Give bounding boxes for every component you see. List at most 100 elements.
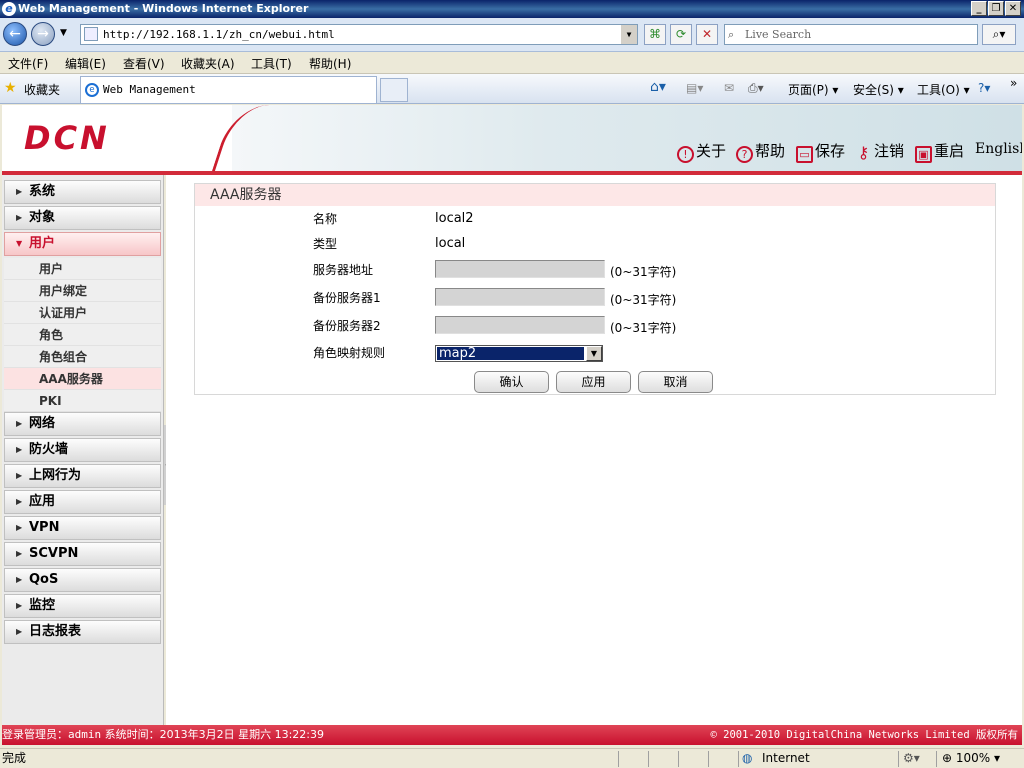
history-dropdown-icon[interactable]: ▼	[60, 28, 67, 38]
menu-tools[interactable]: 工具(T)	[251, 55, 292, 72]
sidebar-item-user-binding[interactable]: 用户绑定	[4, 280, 161, 302]
menu-log-report[interactable]: ▶ 日志报表	[4, 620, 161, 644]
feeds-icon[interactable]: ▤▾	[686, 81, 703, 95]
zone-text: Internet	[762, 751, 810, 765]
menu-user[interactable]: ▼ 用户	[4, 232, 161, 256]
sidebar-item-aaa-server[interactable]: AAA服务器	[4, 368, 161, 390]
logout-link[interactable]: ⚷ 注销	[855, 140, 904, 163]
menu-vpn[interactable]: ▶ VPN	[4, 516, 161, 540]
main-content: AAA服务器 名称 local2 类型 local 服务器地址 (0~31字符)…	[166, 175, 1022, 725]
expand-arrow-icon: ▶	[16, 419, 23, 428]
panel-title: AAA服务器	[195, 184, 995, 206]
backup-server2-hint: (0~31字符)	[610, 321, 677, 335]
restore-button[interactable]: ❐	[988, 1, 1004, 16]
reboot-link[interactable]: ▣ 重启	[915, 140, 964, 163]
menu-object[interactable]: ▶ 对象	[4, 206, 161, 230]
sidebar-item-user[interactable]: 用户	[4, 258, 161, 280]
aaa-server-panel: AAA服务器 名称 local2 类型 local 服务器地址 (0~31字符)…	[194, 183, 996, 395]
expand-arrow-icon: ▶	[16, 471, 23, 480]
expand-arrow-icon: ▶	[16, 575, 23, 584]
live-search-input[interactable]: ⌕ Live Search	[724, 24, 978, 45]
ie-tab-icon: e	[85, 83, 99, 97]
help-icon[interactable]: ?▾	[978, 81, 990, 95]
protected-mode-icon[interactable]: ⚙▾	[903, 749, 920, 768]
login-info: 登录管理员：admin 系统时间：2013年3月2日 星期六 13:22:39	[2, 728, 325, 741]
menu-system[interactable]: ▶ 系统	[4, 180, 161, 204]
apply-button[interactable]: 应用	[556, 371, 631, 393]
window-title-bar: e Web Management - Windows Internet Expl…	[0, 0, 1024, 18]
menu-qos[interactable]: ▶ QoS	[4, 568, 161, 592]
english-link[interactable]: English	[975, 141, 1022, 157]
mail-icon[interactable]: ✉	[724, 81, 734, 95]
tools-menu[interactable]: 工具(O) ▾	[917, 81, 970, 98]
page-footer: 登录管理员：admin 系统时间：2013年3月2日 星期六 13:22:39 …	[2, 725, 1022, 745]
sidebar-item-role[interactable]: 角色	[4, 324, 161, 346]
back-button[interactable]: ←	[3, 22, 27, 46]
chevron-down-icon[interactable]: ▼	[586, 346, 602, 361]
save-link[interactable]: ▭ 保存	[796, 140, 845, 163]
sidebar-item-auth-user[interactable]: 认证用户	[4, 302, 161, 324]
role-mapping-value: map2	[436, 346, 585, 361]
key-icon: ⚷	[857, 143, 870, 162]
menu-edit[interactable]: 编辑(E)	[65, 55, 106, 72]
server-address-input[interactable]	[435, 260, 605, 278]
name-value: local2	[435, 211, 474, 226]
expand-arrow-icon: ▶	[16, 213, 23, 222]
browser-tab[interactable]: e Web Management	[80, 76, 377, 103]
favorites-label[interactable]: 收藏夹	[24, 81, 60, 98]
expand-arrow-icon: ▶	[16, 549, 23, 558]
menu-firewall[interactable]: ▶ 防火墙	[4, 438, 161, 462]
name-label: 名称	[313, 212, 338, 226]
compat-view-button[interactable]: ⌘	[644, 24, 666, 45]
window-title: Web Management - Windows Internet Explor…	[18, 2, 309, 15]
menu-network[interactable]: ▶ 网络	[4, 412, 161, 436]
confirm-button[interactable]: 确认	[474, 371, 549, 393]
backup-server2-input[interactable]	[435, 316, 605, 334]
backup-server1-label: 备份服务器1	[313, 291, 381, 305]
home-icon[interactable]: ⌂▾	[650, 79, 666, 95]
zoom-control[interactable]: ⊕ 100% ▾	[942, 749, 1000, 768]
copyright: © 2001-2010 DigitalChina Networks Limite…	[710, 729, 1018, 741]
menu-view[interactable]: 查看(V)	[123, 55, 165, 72]
safety-menu[interactable]: 安全(S) ▾	[853, 81, 904, 98]
menu-scvpn[interactable]: ▶ SCVPN	[4, 542, 161, 566]
menu-help[interactable]: 帮助(H)	[309, 55, 351, 72]
role-mapping-select[interactable]: map2 ▼	[435, 345, 603, 362]
close-window-button[interactable]: ✕	[1005, 1, 1021, 16]
stop-button[interactable]: ✕	[696, 24, 718, 45]
save-icon: ▭	[796, 146, 813, 163]
new-tab-button[interactable]	[380, 78, 408, 102]
status-text: 完成	[2, 751, 27, 765]
type-label: 类型	[313, 237, 338, 251]
forward-button[interactable]: →	[31, 22, 55, 46]
sidebar-item-role-combination[interactable]: 角色组合	[4, 346, 161, 368]
refresh-button[interactable]: ⟳	[670, 24, 692, 45]
print-icon[interactable]: ⎙▾	[748, 81, 764, 96]
collapse-arrow-icon: ▼	[16, 239, 23, 248]
info-icon: !	[677, 146, 694, 163]
page-menu[interactable]: 页面(P) ▾	[788, 81, 838, 98]
expand-arrow-icon: ▶	[16, 601, 23, 610]
page-icon	[84, 27, 98, 41]
menu-internet-behavior[interactable]: ▶ 上网行为	[4, 464, 161, 488]
address-dropdown-icon[interactable]: ▼	[621, 25, 637, 44]
status-bar: 完成 ◍ Internet ⚙▾ ⊕ 100% ▾	[0, 748, 1024, 768]
more-chevron-icon[interactable]: »	[1010, 76, 1017, 90]
menu-monitor[interactable]: ▶ 监控	[4, 594, 161, 618]
minimize-button[interactable]: _	[971, 1, 987, 16]
backup-server1-hint: (0~31字符)	[610, 293, 677, 307]
ie-icon: e	[2, 2, 16, 16]
address-input[interactable]: http://192.168.1.1/zh_cn/webui.html ▼	[80, 24, 638, 45]
menu-favorites[interactable]: 收藏夹(A)	[181, 55, 235, 72]
about-link[interactable]: ! 关于	[677, 140, 726, 163]
menu-file[interactable]: 文件(F)	[8, 55, 48, 72]
help-link[interactable]: ? 帮助	[736, 140, 785, 163]
favorites-star-icon[interactable]: ★	[4, 80, 17, 96]
menu-bar: 文件(F) 编辑(E) 查看(V) 收藏夹(A) 工具(T) 帮助(H)	[0, 52, 1024, 74]
sidebar-item-pki[interactable]: PKI	[4, 390, 161, 412]
menu-application[interactable]: ▶ 应用	[4, 490, 161, 514]
search-go-button[interactable]: ⌕▾	[982, 24, 1016, 45]
cancel-button[interactable]: 取消	[638, 371, 713, 393]
backup-server1-input[interactable]	[435, 288, 605, 306]
server-address-label: 服务器地址	[313, 263, 374, 277]
